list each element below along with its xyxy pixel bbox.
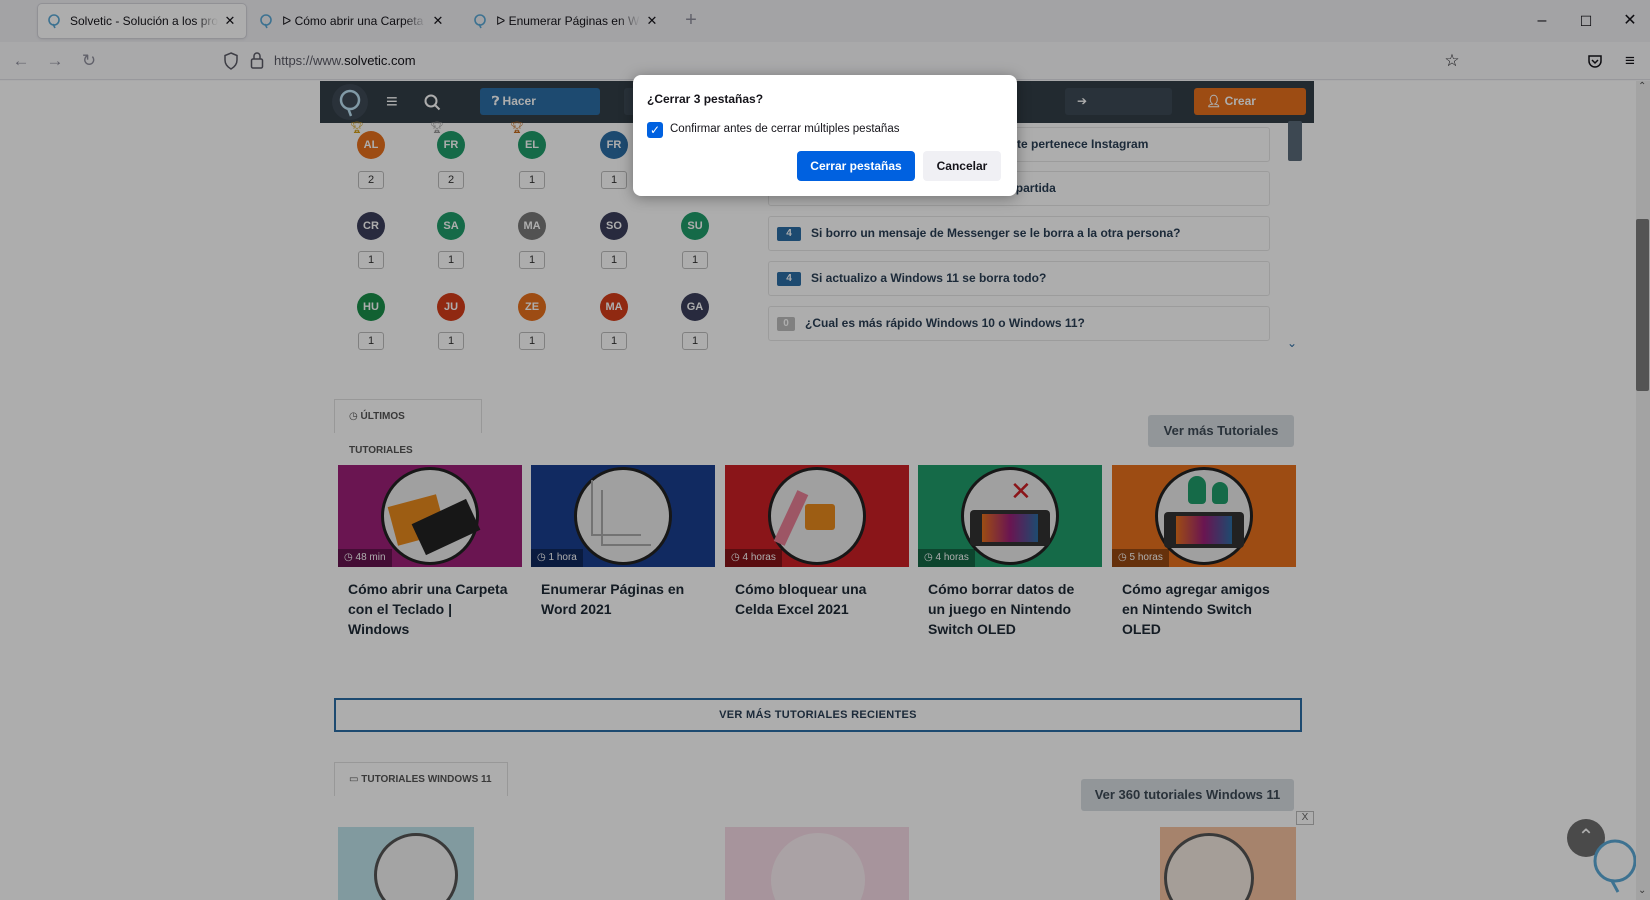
confirm-close-checkbox[interactable]: ✓ [647,122,663,138]
close-tabs-button[interactable]: Cerrar pestañas [797,151,915,181]
dialog-title: ¿Cerrar 3 pestañas? [647,92,764,106]
confirm-close-label[interactable]: Confirmar antes de cerrar múltiples pest… [670,123,899,135]
close-tabs-dialog: ¿Cerrar 3 pestañas? ✓ Confirmar antes de… [633,75,1017,196]
cancel-button[interactable]: Cancelar [923,151,1001,181]
